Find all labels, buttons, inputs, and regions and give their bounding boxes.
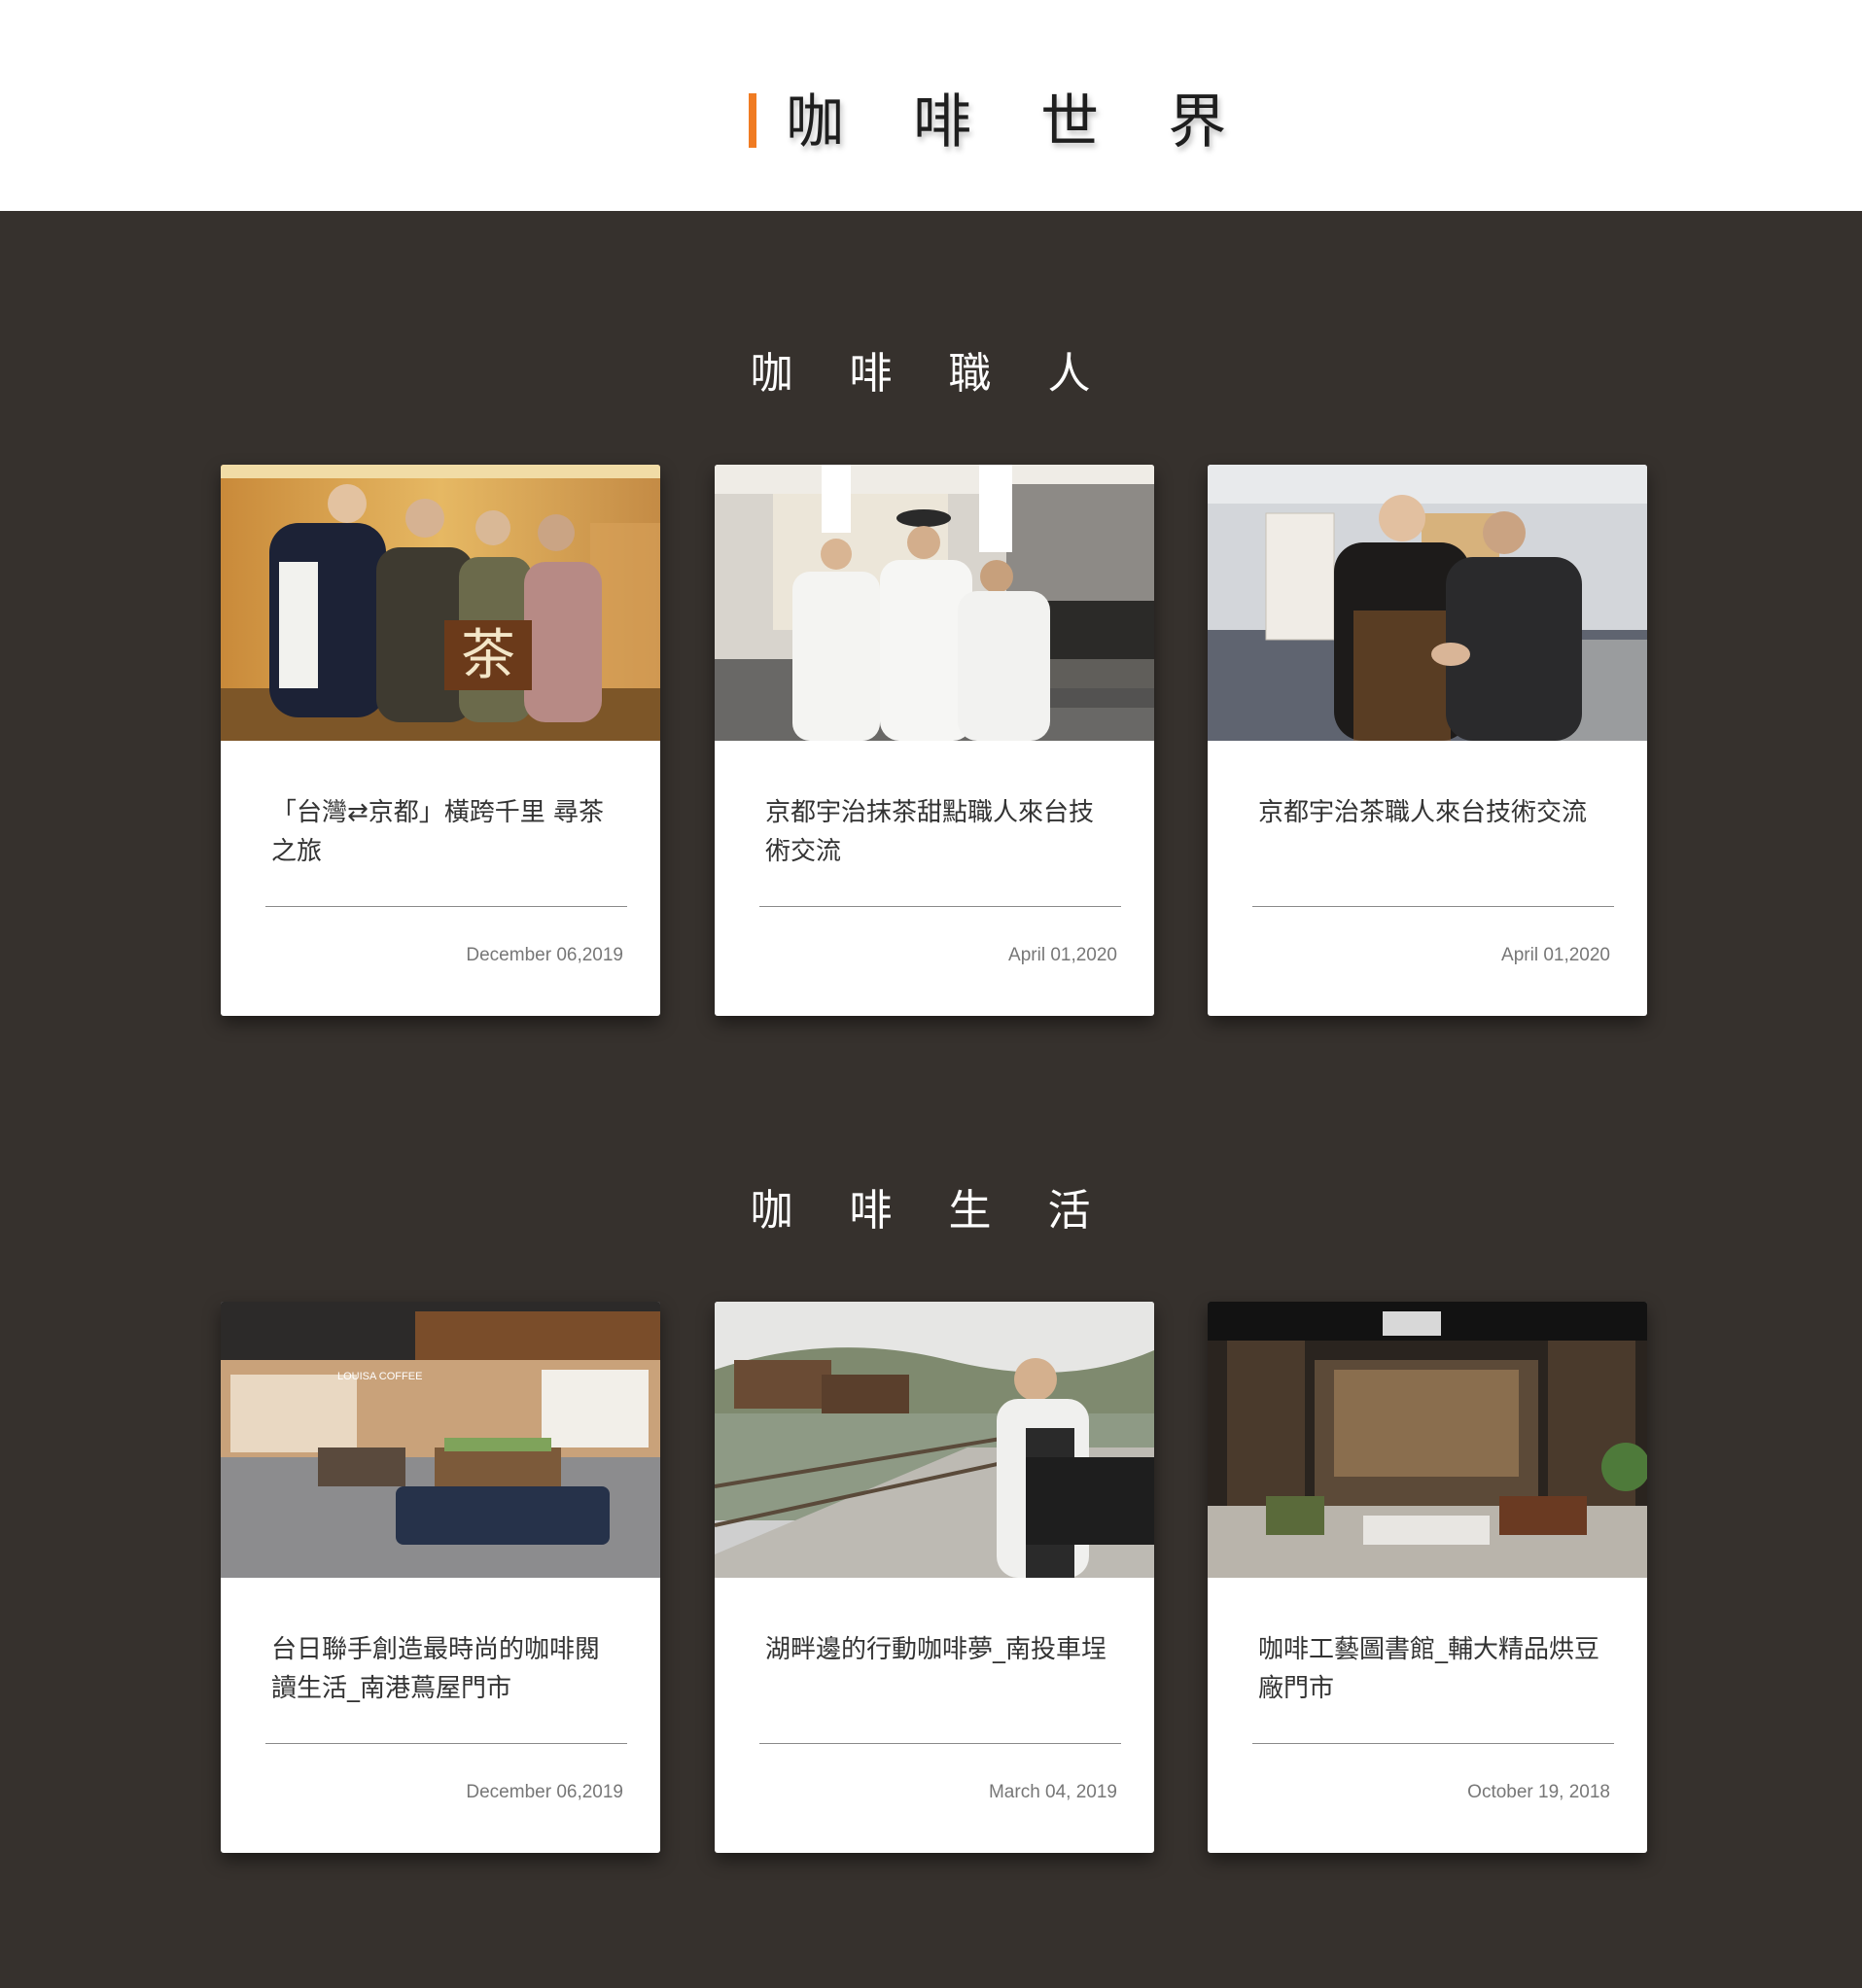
card-title: 台日聯手創造最時尚的咖啡閱讀生活_南港蔦屋門市: [271, 1635, 601, 1703]
card-divider: [265, 1743, 627, 1744]
article-card[interactable]: 咖啡工藝圖書館_輔大精品烘豆廠門市 October 19, 2018: [1208, 1302, 1647, 1853]
card-image-library-cafe: [1208, 1302, 1647, 1578]
section-title-coffee-life: 咖 啡 生 活: [750, 1186, 1112, 1236]
article-card[interactable]: 湖畔邊的行動咖啡夢_南投車埕 March 04, 2019: [715, 1302, 1154, 1853]
card-title: 「台灣⇄京都」橫跨千里 尋茶之旅: [271, 798, 605, 866]
page-header: 咖 啡 世 界: [0, 0, 1862, 211]
card-image-handshake: [1208, 465, 1647, 741]
page-title: 咖 啡 世 界: [749, 78, 1252, 157]
card-date: December 06,2019: [466, 945, 623, 965]
svg-text:茶: 茶: [461, 624, 515, 687]
card-date: October 19, 2018: [1467, 1782, 1610, 1802]
card-date: March 04, 2019: [988, 1782, 1117, 1802]
section-title-coffee-artisans: 咖 啡 職 人: [750, 349, 1112, 399]
article-card[interactable]: LOUISA COFFEE 台日聯手創造最時尚的咖啡閱讀生活_南港蔦屋門市 De…: [221, 1302, 660, 1853]
card-title: 京都宇治茶職人來台技術交流: [1258, 798, 1588, 827]
card-image-chefs: [715, 465, 1154, 741]
card-image-store: LOUISA COFFEE: [221, 1302, 660, 1578]
article-card[interactable]: 京都宇治茶職人來台技術交流 April 01,2020: [1208, 465, 1647, 1016]
svg-text:LOUISA COFFEE: LOUISA COFFEE: [337, 1371, 422, 1382]
card-date: December 06,2019: [466, 1782, 623, 1802]
title-accent-bar: [749, 93, 756, 148]
card-date: April 01,2020: [1501, 945, 1610, 965]
article-card[interactable]: 茶 「台灣⇄京都」橫跨千里 尋茶之旅 December 06,2019: [221, 465, 660, 1016]
card-title: 咖啡工藝圖書館_輔大精品烘豆廠門市: [1258, 1635, 1600, 1703]
article-card[interactable]: 京都宇治抹茶甜點職人來台技術交流 April 01,2020: [715, 465, 1154, 1016]
card-date: April 01,2020: [1008, 945, 1117, 965]
card-image-lakeside: [715, 1302, 1154, 1578]
card-title: 京都宇治抹茶甜點職人來台技術交流: [765, 798, 1095, 866]
card-divider: [759, 1743, 1121, 1744]
card-divider: [1252, 1743, 1614, 1744]
card-divider: [265, 906, 627, 907]
card-divider: [1252, 906, 1614, 907]
card-image-group-photo: 茶: [221, 465, 660, 741]
card-title: 湖畔邊的行動咖啡夢_南投車埕: [765, 1635, 1107, 1664]
card-divider: [759, 906, 1121, 907]
page-title-text: 咖 啡 世 界: [786, 87, 1252, 157]
